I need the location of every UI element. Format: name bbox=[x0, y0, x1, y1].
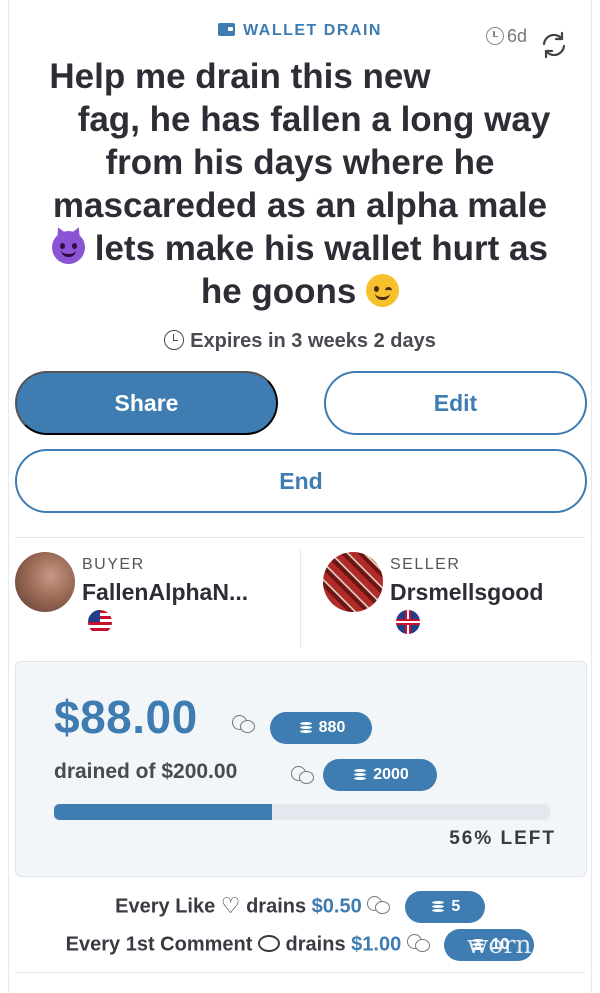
edit-button[interactable]: Edit bbox=[324, 371, 587, 435]
drained-amount: $88.00 bbox=[54, 691, 198, 743]
goal-coins-badge: 2000 bbox=[323, 759, 437, 791]
comment-bubble-icon bbox=[257, 935, 280, 953]
buyer-card[interactable]: BUYER FallenAlphaN... bbox=[15, 550, 295, 650]
wallet-icon bbox=[218, 23, 236, 36]
divider bbox=[15, 537, 585, 538]
coins-icon bbox=[232, 715, 256, 733]
amount-coins: 880 bbox=[318, 719, 346, 736]
drained-goal-text: drained of $200.00 bbox=[54, 760, 238, 783]
progress-bar bbox=[54, 804, 550, 820]
winking-face-icon bbox=[366, 274, 400, 307]
coins-icon bbox=[367, 896, 391, 915]
coin-stack-icon bbox=[297, 721, 315, 735]
post-age: 6d bbox=[485, 26, 527, 47]
title-line: lets make his wallet hurt as bbox=[94, 229, 548, 268]
divider bbox=[300, 550, 301, 648]
comment-price: $1.00 bbox=[351, 933, 402, 956]
drain-panel: $88.00 880 drained of $200.00 2000 56% L… bbox=[15, 661, 587, 877]
uk-flag-icon bbox=[396, 610, 420, 634]
expires-label: Expires in 3 weeks 2 days bbox=[190, 330, 436, 352]
share-button[interactable]: Share bbox=[15, 371, 278, 435]
like-rule-verb: drains bbox=[246, 895, 307, 918]
seller-username[interactable]: Drsmellsgood bbox=[390, 579, 543, 606]
title-line-with-wink: he goons bbox=[29, 270, 571, 313]
page-frame: WALLET DRAIN 6d Help me drain this new f… bbox=[8, 0, 592, 993]
us-flag-icon bbox=[88, 610, 112, 634]
goal-coins: 2000 bbox=[373, 766, 409, 783]
coin-stack-icon bbox=[429, 900, 447, 914]
header: WALLET DRAIN 6d bbox=[9, 22, 591, 59]
like-coins: 5 bbox=[451, 898, 461, 915]
end-button[interactable]: End bbox=[15, 449, 587, 513]
progress-fill bbox=[54, 804, 273, 820]
coins-icon bbox=[291, 766, 315, 784]
clock-icon bbox=[164, 330, 185, 350]
comment-rule-label: Every 1st Comment bbox=[65, 933, 253, 956]
title-line: mascareded as an alpha male bbox=[52, 186, 548, 225]
amount-coins-badge: 880 bbox=[270, 712, 372, 744]
remaining-label: 56% LEFT bbox=[449, 828, 556, 849]
seller-role: SELLER bbox=[390, 556, 461, 573]
like-drain-rule: Every Like ♡ drains $0.50 5 bbox=[9, 891, 591, 923]
clock-icon bbox=[485, 27, 504, 45]
buyer-username[interactable]: FallenAlphaN... bbox=[82, 579, 248, 606]
expires-text: Expires in 3 weeks 2 days bbox=[9, 330, 591, 353]
buyer-avatar[interactable] bbox=[15, 552, 75, 612]
like-price: $0.50 bbox=[311, 895, 362, 918]
title-line: from his days where he bbox=[105, 143, 495, 182]
divider bbox=[15, 972, 585, 973]
seller-avatar[interactable] bbox=[323, 552, 383, 612]
watermark: worn.c bbox=[467, 930, 554, 959]
like-coins-badge: 5 bbox=[404, 891, 485, 923]
coin-stack-icon bbox=[351, 768, 369, 782]
title-line: fag, he has fallen a long way bbox=[77, 100, 551, 139]
smiling-face-with-horns-icon bbox=[52, 231, 85, 264]
title-line-with-devil: lets make his wallet hurt as bbox=[29, 227, 571, 270]
age-text: 6d bbox=[506, 26, 527, 46]
category-text: WALLET DRAIN bbox=[243, 22, 382, 39]
buyer-role: BUYER bbox=[82, 556, 145, 573]
seller-card[interactable]: SELLER Drsmellsgood bbox=[323, 550, 583, 650]
like-rule-label: Every Like bbox=[115, 895, 216, 918]
post-title: Help me drain this new fag, he has falle… bbox=[29, 55, 571, 313]
heart-icon: ♡ bbox=[220, 893, 241, 919]
title-line: he goons bbox=[200, 272, 357, 311]
coins-icon bbox=[406, 934, 431, 953]
title-line: Help me drain this new bbox=[49, 57, 431, 96]
comment-rule-verb: drains bbox=[285, 933, 346, 956]
